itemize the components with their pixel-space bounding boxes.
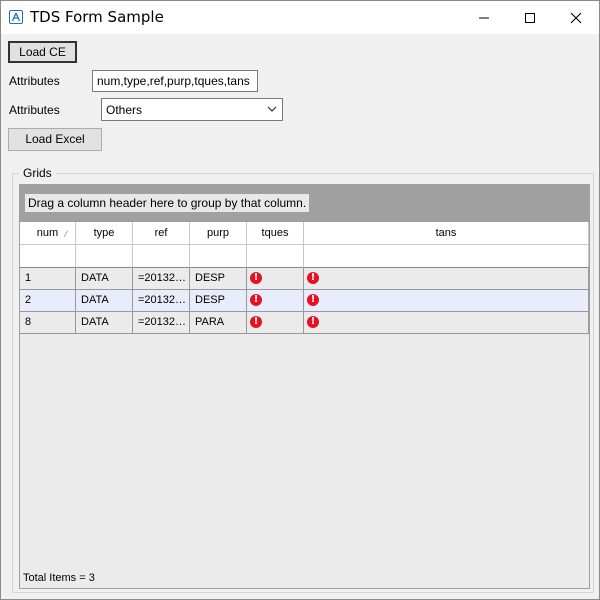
column-header-ref[interactable]: ref [133, 222, 190, 245]
column-header-tques[interactable]: tques [247, 222, 304, 245]
cell-purp[interactable]: DESP [190, 290, 247, 312]
window-title: TDS Form Sample [30, 8, 164, 26]
cell-ref[interactable]: =20132… [133, 268, 190, 290]
minimize-button[interactable] [461, 1, 507, 34]
load-excel-button[interactable]: Load Excel [8, 128, 102, 151]
cell-tans[interactable] [304, 312, 589, 334]
maximize-button[interactable] [507, 1, 553, 34]
table-row[interactable]: 1 DATA =20132… DESP [20, 268, 589, 290]
cell-type[interactable]: DATA [76, 268, 133, 290]
cell-purp[interactable]: DESP [190, 268, 247, 290]
close-button[interactable] [553, 1, 599, 34]
app-icon [9, 10, 23, 24]
error-icon [307, 314, 319, 329]
minimize-icon [479, 17, 489, 19]
cell-purp[interactable]: PARA [190, 312, 247, 334]
filter-cell-ref[interactable] [133, 245, 190, 268]
grids-group-title: Grids [19, 166, 56, 180]
cell-num[interactable]: 8 [20, 312, 76, 334]
cell-ref[interactable]: =20132… [133, 312, 190, 334]
grid-footer-total: Total Items = 3 [20, 568, 589, 588]
cell-num[interactable]: 2 [20, 290, 76, 312]
cell-tques[interactable] [247, 290, 304, 312]
attributes-input[interactable]: num,type,ref,purp,tques,tans [92, 70, 258, 92]
column-header-purp[interactable]: purp [190, 222, 247, 245]
cell-tques[interactable] [247, 268, 304, 290]
column-header-type[interactable]: type [76, 222, 133, 245]
error-icon [250, 292, 262, 307]
cell-tans[interactable] [304, 268, 589, 290]
chevron-down-icon [267, 106, 277, 112]
column-header-tans[interactable]: tans [304, 222, 589, 245]
group-by-panel[interactable]: Drag a column header here to group by th… [20, 185, 589, 222]
close-icon [570, 12, 582, 24]
table-row-selected[interactable]: 2 DATA =20132… DESP [20, 290, 589, 312]
error-icon [250, 314, 262, 329]
filter-cell-tques[interactable] [247, 245, 304, 268]
cell-type[interactable]: DATA [76, 312, 133, 334]
column-header-num[interactable]: num ⁄ [20, 222, 76, 245]
filter-cell-tans[interactable] [304, 245, 589, 268]
error-icon [307, 292, 319, 307]
cell-tans[interactable] [304, 290, 589, 312]
main-window: TDS Form Sample Load CE Attributes num,t… [0, 0, 600, 600]
cell-num[interactable]: 1 [20, 268, 76, 290]
filter-cell-num[interactable] [20, 245, 76, 268]
group-by-hint: Drag a column header here to group by th… [25, 194, 310, 212]
attributes-combo-label: Attributes [9, 103, 60, 117]
sort-ascending-icon: ⁄ [65, 229, 67, 239]
attributes-label: Attributes [9, 74, 60, 88]
column-header-label: num [36, 227, 59, 239]
cell-type[interactable]: DATA [76, 290, 133, 312]
error-icon [250, 270, 262, 285]
error-icon [307, 270, 319, 285]
attributes-dropdown[interactable]: Others [101, 98, 283, 121]
table-row[interactable]: 8 DATA =20132… PARA [20, 312, 589, 334]
cell-tques[interactable] [247, 312, 304, 334]
title-bar: TDS Form Sample [1, 1, 599, 34]
data-grid[interactable]: Drag a column header here to group by th… [19, 184, 590, 589]
filter-cell-purp[interactable] [190, 245, 247, 268]
cell-ref[interactable]: =20132… [133, 290, 190, 312]
load-ce-button[interactable]: Load CE [8, 41, 77, 63]
filter-cell-type[interactable] [76, 245, 133, 268]
attributes-dropdown-value: Others [106, 103, 143, 117]
maximize-icon [525, 13, 535, 23]
